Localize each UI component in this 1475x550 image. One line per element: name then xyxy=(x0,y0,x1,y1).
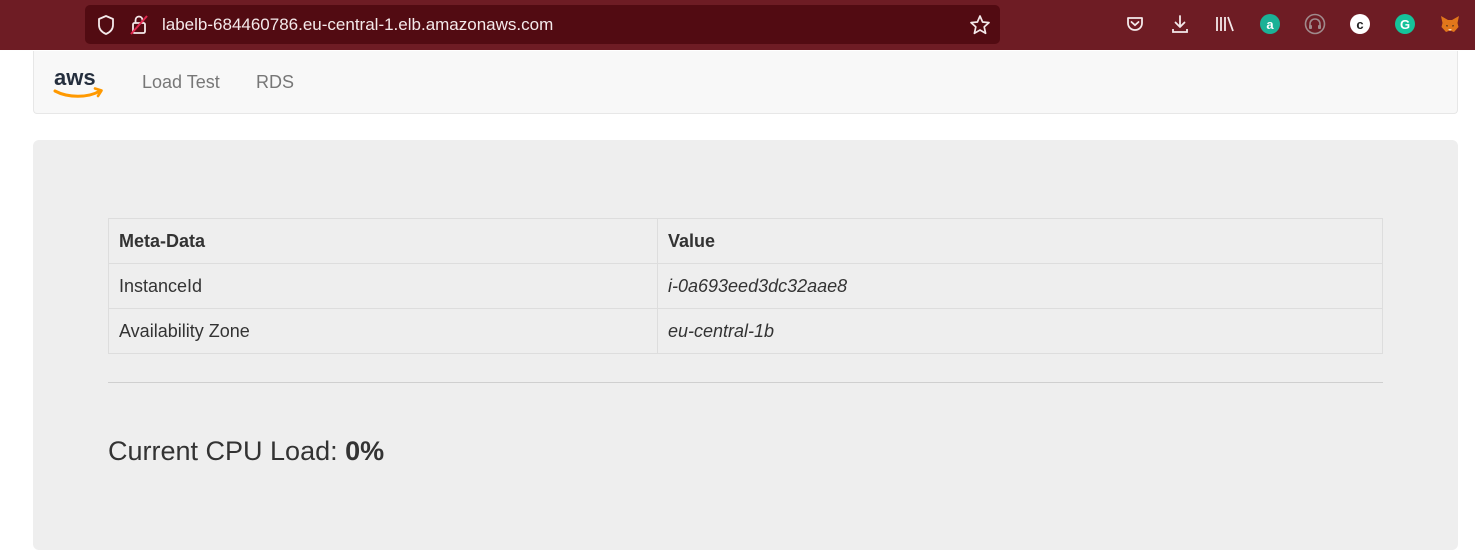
tracking-shield-icon[interactable] xyxy=(96,14,116,41)
main-panel: Meta-Data Value InstanceId i-0a693eed3dc… xyxy=(33,140,1458,550)
grammarly-icon[interactable]: G xyxy=(1394,13,1416,35)
extension-a-letter: a xyxy=(1260,14,1280,34)
pocket-icon[interactable] xyxy=(1124,13,1146,35)
cpu-load-label: Current CPU Load: xyxy=(108,436,346,466)
nav-link-rds[interactable]: RDS xyxy=(256,72,294,93)
row-key-availability-zone: Availability Zone xyxy=(108,308,658,354)
row-key-instance-id: InstanceId xyxy=(108,263,658,309)
header-value: Value xyxy=(657,218,1383,264)
browser-toolbar: labelb-684460786.eu-central-1.elb.amazon… xyxy=(0,0,1475,50)
url-text[interactable]: labelb-684460786.eu-central-1.elb.amazon… xyxy=(162,15,553,35)
row-value-availability-zone: eu-central-1b xyxy=(657,308,1383,354)
table-row: Availability Zone eu-central-1b xyxy=(108,308,1383,354)
navbar: aws Load Test RDS xyxy=(33,51,1458,114)
horizontal-divider xyxy=(108,382,1383,383)
bookmark-star-icon[interactable] xyxy=(969,14,991,41)
nav-link-load-test[interactable]: Load Test xyxy=(142,72,220,93)
extension-c-letter: c xyxy=(1350,14,1370,34)
aws-logo[interactable]: aws xyxy=(52,65,106,108)
header-meta-data: Meta-Data xyxy=(108,218,658,264)
aws-logo-text: aws xyxy=(54,67,96,90)
cpu-load-value: 0% xyxy=(345,436,385,466)
metadata-table: Meta-Data Value InstanceId i-0a693eed3dc… xyxy=(108,218,1383,354)
extension-c-icon[interactable]: c xyxy=(1349,13,1371,35)
cpu-load-readout: Current CPU Load: 0% xyxy=(108,436,384,467)
grammarly-letter: G xyxy=(1395,14,1415,34)
insecure-lock-icon[interactable] xyxy=(129,14,149,41)
table-header-row: Meta-Data Value xyxy=(108,218,1383,264)
table-row: InstanceId i-0a693eed3dc32aae8 xyxy=(108,263,1383,309)
library-icon[interactable] xyxy=(1214,13,1236,35)
metamask-icon[interactable] xyxy=(1439,13,1461,35)
address-bar[interactable]: labelb-684460786.eu-central-1.elb.amazon… xyxy=(85,5,1000,44)
download-icon[interactable] xyxy=(1169,13,1191,35)
extension-a-icon[interactable]: a xyxy=(1259,13,1281,35)
row-value-instance-id: i-0a693eed3dc32aae8 xyxy=(657,263,1383,309)
extension-headphones-icon[interactable] xyxy=(1304,13,1326,35)
